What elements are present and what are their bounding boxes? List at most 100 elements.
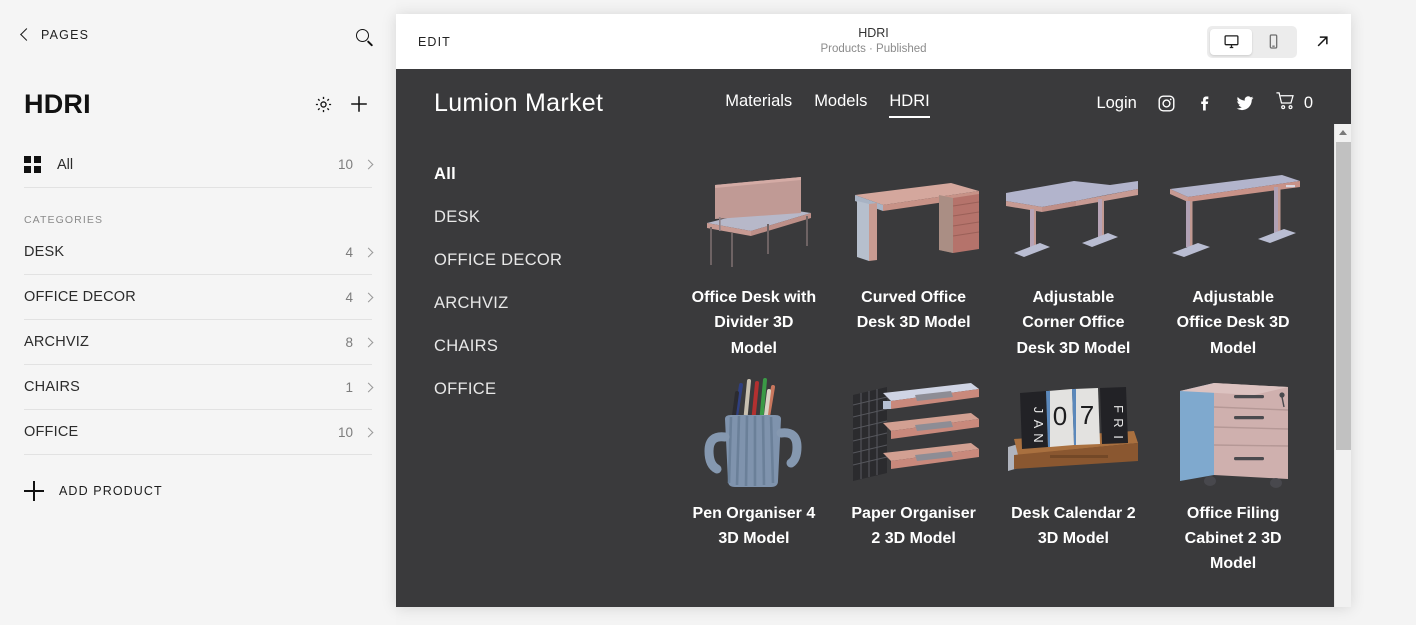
svg-text:N: N [1031, 433, 1046, 442]
product-title: Desk Calendar 2 3D Model [1011, 504, 1136, 548]
product-thumbnail: J A N 0 7 F R I [994, 375, 1154, 491]
category-count: 10 [337, 424, 353, 440]
nav-materials[interactable]: Materials [725, 92, 792, 115]
cart-count: 0 [1303, 93, 1313, 112]
preview-subtitle: Products · Published [820, 43, 927, 56]
product-card[interactable]: Office Filing Cabinet 2 3D Model [1153, 375, 1313, 577]
edit-button[interactable]: EDIT [418, 35, 451, 49]
product-title: Paper Organiser 2 3D Model [851, 504, 976, 548]
product-thumbnail [1153, 375, 1313, 491]
plus-icon [24, 481, 44, 501]
categories-header: CATEGORIES [24, 214, 104, 226]
site-preview: Lumion Market Materials Models HDRI Logi… [396, 69, 1351, 607]
site-category-nav: All DESK OFFICE DECOR ARCHVIZ CHAIRS OFF… [434, 159, 674, 577]
scroll-up-button[interactable] [1335, 124, 1351, 140]
gear-icon[interactable] [308, 89, 338, 119]
open-external-icon[interactable] [1311, 31, 1333, 53]
nav-hdri[interactable]: HDRI [889, 92, 931, 118]
product-title: Curved Office Desk 3D Model [856, 289, 971, 332]
chevron-right-icon [363, 337, 374, 347]
category-label: OFFICE DECOR [24, 289, 136, 305]
sidebar-category-office[interactable]: OFFICE 10 [24, 410, 374, 455]
product-title: Office Filing Cabinet 2 3D Model [1184, 504, 1282, 573]
twitter-icon[interactable] [1235, 93, 1255, 113]
product-thumbnail [674, 375, 834, 491]
sidebar-category-archviz[interactable]: ARCHVIZ 8 [24, 320, 374, 365]
preview-scrollbar[interactable] [1334, 124, 1351, 607]
category-label: DESK [24, 244, 65, 260]
svg-text:F: F [1111, 405, 1126, 413]
category-label: OFFICE [24, 424, 79, 440]
preview-toolbar-actions [1207, 25, 1333, 58]
site-category-all[interactable]: All [434, 165, 674, 184]
svg-text:J: J [1031, 407, 1046, 414]
sidebar-topbar: PAGES [0, 0, 396, 70]
product-card[interactable]: Adjustable Office Desk 3D Model [1153, 159, 1313, 361]
search-icon[interactable] [350, 23, 374, 47]
product-title: Pen Organiser 4 3D Model [692, 504, 816, 548]
product-title: Adjustable Office Desk 3D Model [1176, 289, 1290, 357]
back-to-pages-button[interactable]: PAGES [20, 28, 90, 42]
site-category-desk[interactable]: DESK [434, 208, 674, 227]
site-category-office[interactable]: OFFICE [434, 380, 674, 399]
preview-panel: EDIT HDRI Products · Published Lumion Ma… [396, 14, 1351, 607]
sidebar-category-desk[interactable]: DESK 4 [24, 230, 374, 275]
product-card[interactable]: Pen Organiser 4 3D Model [674, 375, 834, 577]
category-count: 1 [345, 379, 353, 395]
instagram-icon[interactable] [1157, 94, 1176, 113]
site-category-office-decor[interactable]: OFFICE DECOR [434, 251, 674, 270]
site-body: All DESK OFFICE DECOR ARCHVIZ CHAIRS OFF… [396, 137, 1351, 577]
sidebar-title-row: HDRI [0, 70, 396, 126]
product-card[interactable]: Paper Organiser 2 3D Model [834, 375, 994, 577]
chevron-right-icon [363, 247, 374, 257]
svg-text:0: 0 [1053, 401, 1067, 431]
category-count: 8 [345, 334, 353, 350]
login-link[interactable]: Login [1096, 94, 1136, 113]
add-product-label: ADD PRODUCT [59, 484, 163, 498]
chevron-right-icon [363, 159, 374, 170]
category-count: 4 [345, 289, 353, 305]
site-category-chairs[interactable]: CHAIRS [434, 337, 674, 356]
triangle-up-icon [1339, 129, 1347, 135]
category-label: ARCHVIZ [24, 334, 90, 350]
preview-title: HDRI [858, 26, 889, 41]
chevron-left-icon [20, 28, 33, 41]
add-icon[interactable] [344, 89, 374, 119]
facebook-icon[interactable] [1196, 94, 1215, 113]
sidebar-category-chairs[interactable]: CHAIRS 1 [24, 365, 374, 410]
product-card[interactable]: Adjustable Corner Office Desk 3D Model [994, 159, 1154, 361]
product-thumbnail [834, 375, 994, 491]
nav-models[interactable]: Models [814, 92, 867, 115]
site-nav: Materials Models HDRI [725, 92, 931, 118]
preview-toolbar: EDIT HDRI Products · Published [396, 14, 1351, 69]
svg-text:7: 7 [1080, 400, 1094, 430]
svg-text:I: I [1111, 435, 1126, 439]
desktop-view-button[interactable] [1210, 28, 1252, 55]
svg-text:A: A [1031, 419, 1046, 428]
sidebar-item-all-label: All [57, 156, 74, 173]
category-label: CHAIRS [24, 379, 80, 395]
product-card[interactable]: J A N 0 7 F R I Desk Calendar 2 3D Model [994, 375, 1154, 577]
product-card[interactable]: Curved Office Desk 3D Model [834, 159, 994, 361]
site-category-archviz[interactable]: ARCHVIZ [434, 294, 674, 313]
grid-icon [24, 156, 41, 173]
product-thumbnail [674, 159, 834, 275]
product-card[interactable]: Office Desk with Divider 3D Model [674, 159, 834, 361]
product-title: Adjustable Corner Office Desk 3D Model [1016, 289, 1131, 357]
left-sidebar: PAGES HDRI All 10 CATEGORIES DESK 4 OFFI… [0, 0, 396, 625]
device-toggle [1207, 25, 1297, 58]
back-to-pages-label: PAGES [41, 28, 90, 42]
product-grid: Office Desk with Divider 3D Model Curved… [674, 159, 1313, 577]
scrollbar-thumb[interactable] [1336, 142, 1351, 450]
mobile-view-button[interactable] [1252, 29, 1294, 55]
product-thumbnail [1153, 159, 1313, 275]
sidebar-item-all[interactable]: All 10 [24, 142, 374, 188]
chevron-right-icon [363, 292, 374, 302]
site-brand[interactable]: Lumion Market [434, 89, 603, 118]
svg-text:R: R [1111, 418, 1126, 427]
sidebar-category-office-decor[interactable]: OFFICE DECOR 4 [24, 275, 374, 320]
chevron-right-icon [363, 427, 374, 437]
cart-button[interactable]: 0 [1275, 91, 1313, 116]
product-title: Office Desk with Divider 3D Model [691, 289, 817, 357]
add-product-button[interactable]: ADD PRODUCT [24, 475, 372, 507]
